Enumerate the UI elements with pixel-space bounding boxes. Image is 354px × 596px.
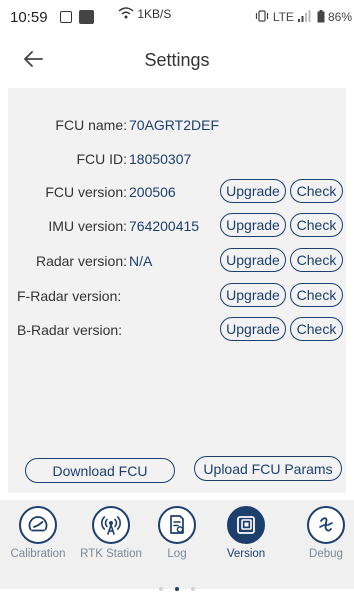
- app-header: Settings: [0, 34, 354, 84]
- download-fcu-button[interactable]: Download FCU: [25, 458, 175, 483]
- status-time: 10:59: [10, 9, 48, 26]
- b-radar-check-button[interactable]: Check: [290, 317, 343, 341]
- fcu-check-button[interactable]: Check: [290, 179, 343, 203]
- fcu-upgrade-button[interactable]: Upgrade: [220, 179, 286, 203]
- b-radar-upgrade-button[interactable]: Upgrade: [220, 317, 286, 341]
- fcu-id-label: FCU ID:: [76, 151, 127, 167]
- page-dot: [191, 587, 196, 591]
- f-radar-version-label: F-Radar version:: [17, 288, 122, 304]
- tab-version[interactable]: Version: [210, 506, 282, 560]
- version-icon: [237, 516, 255, 534]
- f-radar-version-row: F-Radar version: Upgrade Check: [8, 283, 346, 311]
- rtk-station-icon: [101, 516, 121, 535]
- app-notification-icon: [79, 10, 94, 24]
- fcu-name-value: 70AGRT2DEF: [129, 117, 219, 133]
- bottom-tab-bar: Calibration RTK Station Log Version Debu…: [0, 500, 354, 591]
- fcu-name-row: FCU name: 70AGRT2DEF: [8, 112, 346, 140]
- debug-icon: [319, 517, 333, 532]
- fcu-name-label: FCU name:: [55, 117, 127, 133]
- page-title: Settings: [144, 50, 210, 70]
- status-right-indicators: LTE 86%: [255, 10, 352, 24]
- b-radar-version-label: B-Radar version:: [17, 322, 123, 338]
- f-radar-check-button[interactable]: Check: [290, 283, 343, 307]
- fcu-version-label: FCU version:: [45, 184, 127, 200]
- status-bar: 10:59 1KB/S LTE 86%: [0, 0, 354, 34]
- imu-version-row: IMU version: 764200415 Upgrade Check: [8, 213, 346, 241]
- battery-icon: [317, 10, 325, 23]
- calibration-icon: [28, 516, 48, 532]
- vibrate-icon: [256, 10, 269, 22]
- fcu-version-value: 200506: [129, 184, 176, 200]
- log-icon: [170, 515, 184, 534]
- network-speed: 1KB/S: [118, 7, 171, 21]
- tab-version-label: Version: [226, 548, 266, 560]
- radar-version-label: Radar version:: [35, 253, 127, 269]
- imu-check-button[interactable]: Check: [290, 213, 343, 237]
- radar-version-row: Radar version: N/A Upgrade Check: [8, 248, 346, 276]
- lte-label: LTE: [272, 10, 294, 24]
- imu-version-label: IMU version:: [48, 218, 127, 234]
- tab-calibration-label: Calibration: [10, 548, 66, 560]
- tab-rtk-station[interactable]: RTK Station: [75, 506, 147, 560]
- page-dot-active: [175, 587, 179, 591]
- radar-upgrade-button[interactable]: Upgrade: [220, 248, 286, 272]
- tab-log[interactable]: Log: [141, 506, 213, 560]
- tab-debug[interactable]: Debug: [290, 506, 354, 560]
- radar-check-button[interactable]: Check: [290, 248, 343, 272]
- tab-log-label: Log: [167, 548, 187, 560]
- page-indicator: [0, 578, 354, 596]
- signal-icon: [298, 10, 311, 22]
- imu-upgrade-button[interactable]: Upgrade: [220, 213, 286, 237]
- tab-calibration[interactable]: Calibration: [2, 506, 74, 560]
- settings-panel: FCU name: 70AGRT2DEF FCU ID: 18050307 FC…: [8, 88, 346, 493]
- imu-version-value: 764200415: [129, 218, 200, 234]
- wifi-icon: [118, 7, 134, 19]
- fcu-id-value: 18050307: [129, 151, 192, 167]
- b-radar-version-row: B-Radar version: Upgrade Check: [8, 317, 346, 345]
- upload-fcu-params-button[interactable]: Upload FCU Params: [194, 456, 342, 481]
- tab-rtk-station-label: RTK Station: [80, 548, 142, 560]
- fcu-id-row: FCU ID: 18050307: [8, 146, 346, 174]
- image-notification-icon: [60, 11, 72, 23]
- f-radar-upgrade-button[interactable]: Upgrade: [220, 283, 286, 307]
- battery-level: 86%: [327, 10, 352, 24]
- radar-version-value: N/A: [129, 253, 153, 269]
- tab-debug-label: Debug: [309, 548, 343, 560]
- fcu-version-row: FCU version: 200506 Upgrade Check: [8, 179, 346, 207]
- page-dot: [158, 587, 163, 591]
